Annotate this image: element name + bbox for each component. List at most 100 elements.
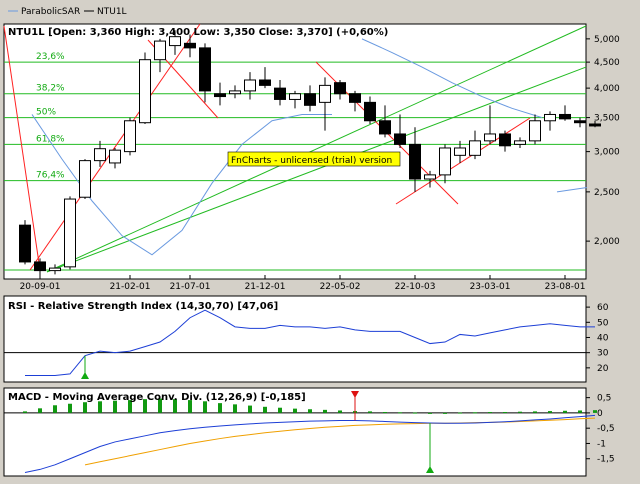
macd-histogram-bar: [593, 410, 597, 413]
price-x-tick-label: 20-09-01: [20, 282, 61, 292]
candle-up: [529, 120, 541, 142]
macd-histogram-bar: [98, 401, 102, 413]
candle-up: [514, 140, 526, 145]
macd-histogram-bar: [278, 407, 282, 413]
macd-histogram-bar: [293, 408, 297, 413]
candle-up: [469, 140, 481, 156]
macd-histogram-bar: [533, 411, 537, 413]
rsi-y-tick-label: 60: [597, 303, 609, 313]
price-x-tick-label: 21-07-01: [170, 282, 211, 292]
macd-histogram-bar: [218, 403, 222, 413]
price-y-tick-label: 2,000: [594, 237, 620, 247]
price-legend-label: NTU1L: [97, 7, 127, 17]
macd-histogram-bar: [518, 411, 522, 413]
candle-down: [574, 120, 586, 124]
candle-up: [169, 36, 181, 47]
price-y-tick-label: 3,500: [594, 114, 620, 124]
candle-up: [289, 93, 301, 100]
macd-panel-title: MACD - Moving Average Conv. Div. (12,26,…: [8, 392, 306, 403]
macd-histogram-bar: [503, 411, 507, 413]
price-y-tick-label: 2,500: [594, 188, 620, 198]
macd-histogram-bar: [248, 405, 252, 413]
candle-down: [409, 143, 421, 180]
macd-histogram-bar: [398, 412, 402, 414]
candle-up: [49, 267, 61, 272]
price-y-tick-label: 5,000: [594, 35, 620, 45]
rsi-y-tick-label: 50: [597, 318, 609, 328]
macd-y-tick-label: -1: [597, 439, 606, 449]
candle-up: [544, 113, 556, 122]
candle-up: [79, 160, 91, 198]
price-x-tick-label: 23-03-01: [470, 282, 511, 292]
candle-up: [439, 147, 451, 176]
price-x-tick-label: 22-05-02: [320, 282, 361, 292]
macd-histogram-bar: [548, 411, 552, 413]
candle-down: [499, 133, 511, 147]
macd-histogram-bar: [38, 408, 42, 413]
candle-down: [334, 82, 346, 95]
candle-down: [19, 224, 31, 263]
price-x-tick-label: 23-08-01: [545, 282, 586, 292]
candle-up: [109, 149, 121, 164]
candle-down: [214, 93, 226, 98]
macd-histogram-bar: [263, 406, 267, 413]
macd-histogram-bar: [68, 403, 72, 413]
macd-histogram-bar: [428, 412, 432, 414]
macd-histogram-bar: [578, 410, 582, 413]
macd-y-tick-label: 0: [597, 409, 603, 419]
candle-down: [589, 123, 601, 127]
candle-up: [244, 79, 256, 92]
candle-down: [274, 87, 286, 100]
fib-level-label: 76,4%: [36, 171, 65, 181]
macd-histogram-bar: [83, 402, 87, 413]
macd-histogram-bar: [308, 409, 312, 413]
rsi-y-tick-label: 20: [597, 364, 609, 374]
sar-legend-label: ParabolicSAR: [21, 7, 80, 17]
macd-histogram-bar: [488, 411, 492, 413]
macd-histogram-bar: [473, 412, 477, 414]
candle-down: [259, 79, 271, 86]
price-x-tick-label: 22-10-03: [395, 282, 436, 292]
price-y-tick-label: 3,000: [594, 148, 620, 158]
candle-up: [484, 133, 496, 142]
price-x-tick-label: 21-12-01: [245, 282, 286, 292]
macd-histogram-bar: [323, 409, 327, 413]
macd-histogram-bar: [443, 412, 447, 414]
macd-histogram-bar: [458, 412, 462, 414]
rsi-y-tick-label: 30: [597, 349, 609, 359]
watermark-text: FnCharts - unlicensed (trial) version: [231, 156, 392, 166]
fib-level-label: 50%: [36, 108, 56, 118]
macd-histogram-bar: [23, 411, 27, 413]
price-x-tick-label: 21-02-01: [110, 282, 151, 292]
candle-down: [349, 93, 361, 103]
macd-histogram-bar: [383, 411, 387, 413]
candle-up: [154, 40, 166, 61]
candle-down: [199, 47, 211, 92]
candle-down: [364, 101, 376, 122]
candle-up: [124, 120, 136, 153]
candle-down: [559, 113, 571, 120]
macd-histogram-bar: [53, 405, 57, 413]
candle-down: [394, 133, 406, 145]
candle-down: [304, 93, 316, 106]
legend: ParabolicSAR NTU1L: [8, 7, 127, 17]
candle-down: [184, 42, 196, 49]
chart-canvas: ParabolicSAR NTU1L 5,000 4,500 4,000 3,500 3…: [3, 7, 620, 477]
macd-histogram-bar: [368, 411, 372, 413]
macd-histogram-bar: [563, 410, 567, 413]
fib-level-label: 23,6%: [36, 52, 65, 62]
fib-level-label: 38,2%: [36, 84, 65, 94]
candle-down: [34, 261, 46, 272]
chart-window: ParabolicSAR NTU1L 5,000 4,500 4,000 3,500 3…: [0, 0, 640, 480]
candle-up: [64, 198, 76, 268]
candle-up: [424, 174, 436, 180]
price-panel-title: NTU1L [Open: 3,360 High: 3,400 Low: 3,35…: [8, 27, 388, 38]
macd-histogram-bar: [233, 404, 237, 413]
watermark: FnCharts - unlicensed (trial) version: [227, 151, 401, 167]
macd-y-tick-label: -1,5: [597, 455, 615, 465]
candle-down: [379, 120, 391, 135]
rsi-y-tick-label: 40: [597, 333, 609, 343]
candle-up: [94, 148, 106, 162]
macd-histogram-bar: [338, 410, 342, 413]
candle-up: [139, 59, 151, 124]
